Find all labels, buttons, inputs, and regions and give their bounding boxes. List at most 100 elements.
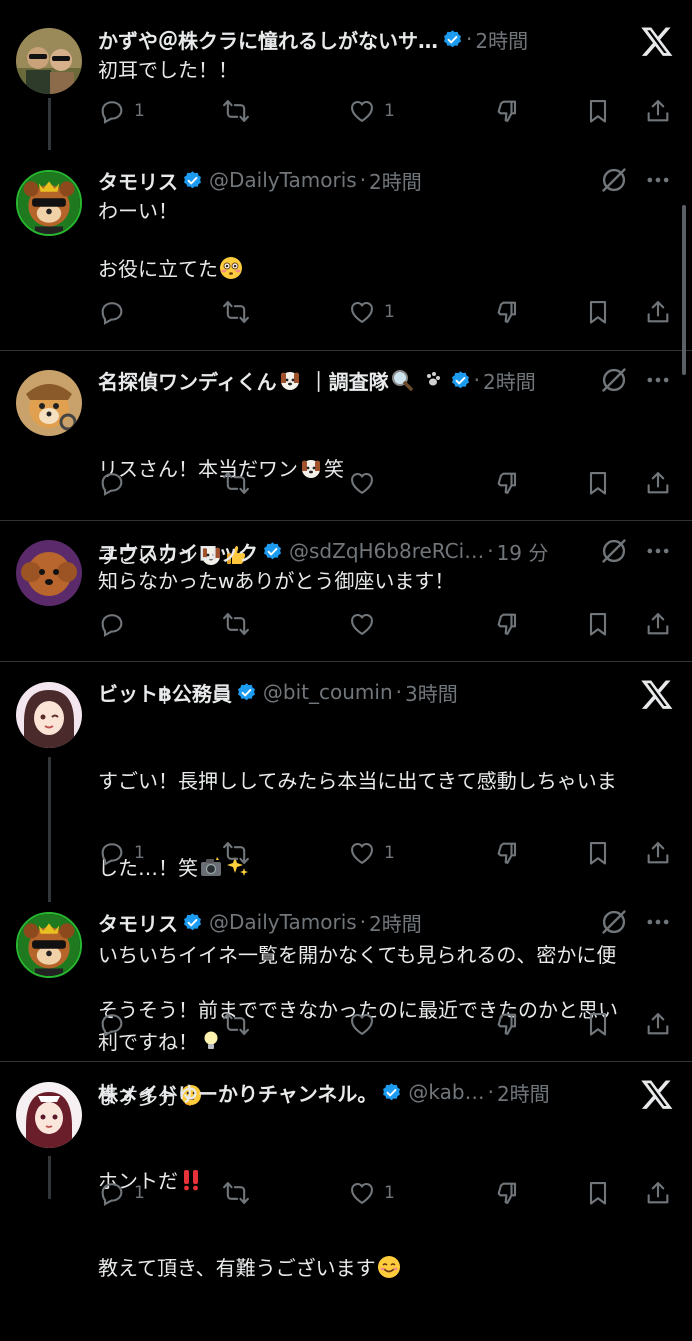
scrollbar[interactable] <box>682 205 686 375</box>
downvote-button[interactable] <box>494 607 522 641</box>
tweet-actions <box>98 466 676 500</box>
reply-button[interactable] <box>98 295 134 329</box>
share-icon <box>647 301 669 323</box>
author-name-suffix[interactable]: ｜調査隊 <box>309 366 389 395</box>
verified-badge-icon <box>264 541 281 559</box>
timestamp[interactable]: 3時間 <box>405 678 458 707</box>
share-button[interactable] <box>644 295 672 329</box>
reply-button[interactable]: 1 <box>98 1176 145 1210</box>
timestamp[interactable]: 2時間 <box>369 166 422 195</box>
reply-button[interactable] <box>98 1007 134 1041</box>
avatar-kazuya[interactable] <box>16 28 82 94</box>
repost-button[interactable] <box>222 94 250 128</box>
bookmark-button[interactable] <box>584 1007 612 1041</box>
avatar-bit-coumin[interactable] <box>16 682 82 748</box>
share-button[interactable] <box>644 94 672 128</box>
downvote-button[interactable] <box>494 836 522 870</box>
more-options-icon[interactable] <box>644 166 672 194</box>
repost-button[interactable] <box>222 607 250 641</box>
tweet-actions: 1 <box>98 295 676 329</box>
bookmark-icon <box>589 1182 607 1205</box>
separator-dot: · <box>359 910 367 934</box>
like-button[interactable] <box>348 607 384 641</box>
repost-button[interactable] <box>222 1007 250 1041</box>
timestamp[interactable]: 2時間 <box>483 366 536 395</box>
avatar-yuusukai[interactable] <box>16 540 82 606</box>
timestamp[interactable]: 2時間 <box>475 25 528 54</box>
bookmark-button[interactable] <box>584 836 612 870</box>
heart-icon <box>351 614 373 636</box>
timestamp[interactable]: 2時間 <box>369 908 422 937</box>
author-name[interactable]: ビット฿公務員 <box>98 678 232 707</box>
repost-button[interactable] <box>222 1176 250 1210</box>
bookmark-button[interactable] <box>584 94 612 128</box>
bookmark-button[interactable] <box>584 466 612 500</box>
avatar-wandy[interactable] <box>16 370 82 436</box>
downvote-button[interactable] <box>494 94 522 128</box>
like-button[interactable]: 1 <box>348 836 395 870</box>
author-handle[interactable]: @kab… <box>408 1080 484 1104</box>
tweet-text: わーい！ お役に立てた <box>98 197 664 284</box>
avatar-tamoris[interactable] <box>16 170 82 236</box>
reply-button[interactable]: 1 <box>98 94 145 128</box>
like-button[interactable]: 1 <box>348 295 395 329</box>
reply-icon <box>101 614 123 637</box>
downvote-button[interactable] <box>494 295 522 329</box>
repost-button[interactable] <box>222 466 250 500</box>
timestamp[interactable]: 2時間 <box>497 1078 550 1107</box>
author-name[interactable]: かずや＠株クラに憧れるしがないサ… <box>98 25 438 54</box>
author-name[interactable]: 株メイドゆーかりチャンネル。 <box>98 1078 377 1107</box>
like-button[interactable] <box>348 466 384 500</box>
more-options-icon[interactable] <box>644 366 672 394</box>
share-button[interactable] <box>644 1176 672 1210</box>
bookmark-icon <box>589 613 607 636</box>
timestamp[interactable]: 19 分 <box>497 537 549 566</box>
share-button[interactable] <box>644 1007 672 1041</box>
downvote-button[interactable] <box>494 1007 522 1041</box>
author-name[interactable]: ユウスカイロック <box>98 537 258 566</box>
downvote-button[interactable] <box>494 466 522 500</box>
verified-badge-icon <box>237 682 255 700</box>
mute-icon[interactable] <box>600 537 628 565</box>
divider <box>0 1061 692 1062</box>
mute-icon[interactable] <box>600 908 628 936</box>
repost-button[interactable] <box>222 836 250 870</box>
separator-dot: · <box>359 168 367 192</box>
reply-icon <box>101 473 123 496</box>
author-name[interactable]: タモリス <box>98 166 178 195</box>
bookmark-icon <box>589 472 607 495</box>
author-name[interactable]: タモリス <box>98 908 178 937</box>
avatar-tamoris[interactable] <box>16 912 82 978</box>
downvote-button[interactable] <box>494 1176 522 1210</box>
reply-button[interactable] <box>98 466 134 500</box>
like-button[interactable] <box>348 1007 384 1041</box>
bookmark-button[interactable] <box>584 607 612 641</box>
repost-button[interactable] <box>222 295 250 329</box>
mute-icon[interactable] <box>600 366 628 394</box>
author-handle[interactable]: @DailyTamoris <box>209 168 357 192</box>
reply-button[interactable] <box>98 607 134 641</box>
more-options-icon[interactable] <box>644 537 672 565</box>
more-options-icon[interactable] <box>644 908 672 936</box>
avatar-yuukari[interactable] <box>16 1082 82 1148</box>
tweet-actions: 1 1 <box>98 94 676 128</box>
share-button[interactable] <box>644 607 672 641</box>
like-count: 1 <box>384 1183 395 1203</box>
author-name[interactable]: 名探偵ワンディくん <box>98 366 277 395</box>
x-logo-icon <box>641 680 673 709</box>
share-button[interactable] <box>644 836 672 870</box>
like-button[interactable]: 1 <box>348 94 395 128</box>
bookmark-button[interactable] <box>584 1176 612 1210</box>
mute-icon[interactable] <box>600 166 628 194</box>
separator-dot: · <box>487 539 494 563</box>
like-button[interactable]: 1 <box>348 1176 395 1210</box>
author-handle[interactable]: @sdZqH6b8reRCi… <box>289 539 484 563</box>
bookmark-icon <box>589 301 607 324</box>
tweet-header: かずや＠株クラに憧れるしがないサ… · 2時間 <box>98 22 602 56</box>
reply-button[interactable]: 1 <box>98 836 145 870</box>
author-handle[interactable]: @DailyTamoris <box>209 910 357 934</box>
bookmark-icon <box>589 100 607 123</box>
author-handle[interactable]: @bit_coumin <box>263 680 393 704</box>
share-button[interactable] <box>644 466 672 500</box>
bookmark-button[interactable] <box>584 295 612 329</box>
